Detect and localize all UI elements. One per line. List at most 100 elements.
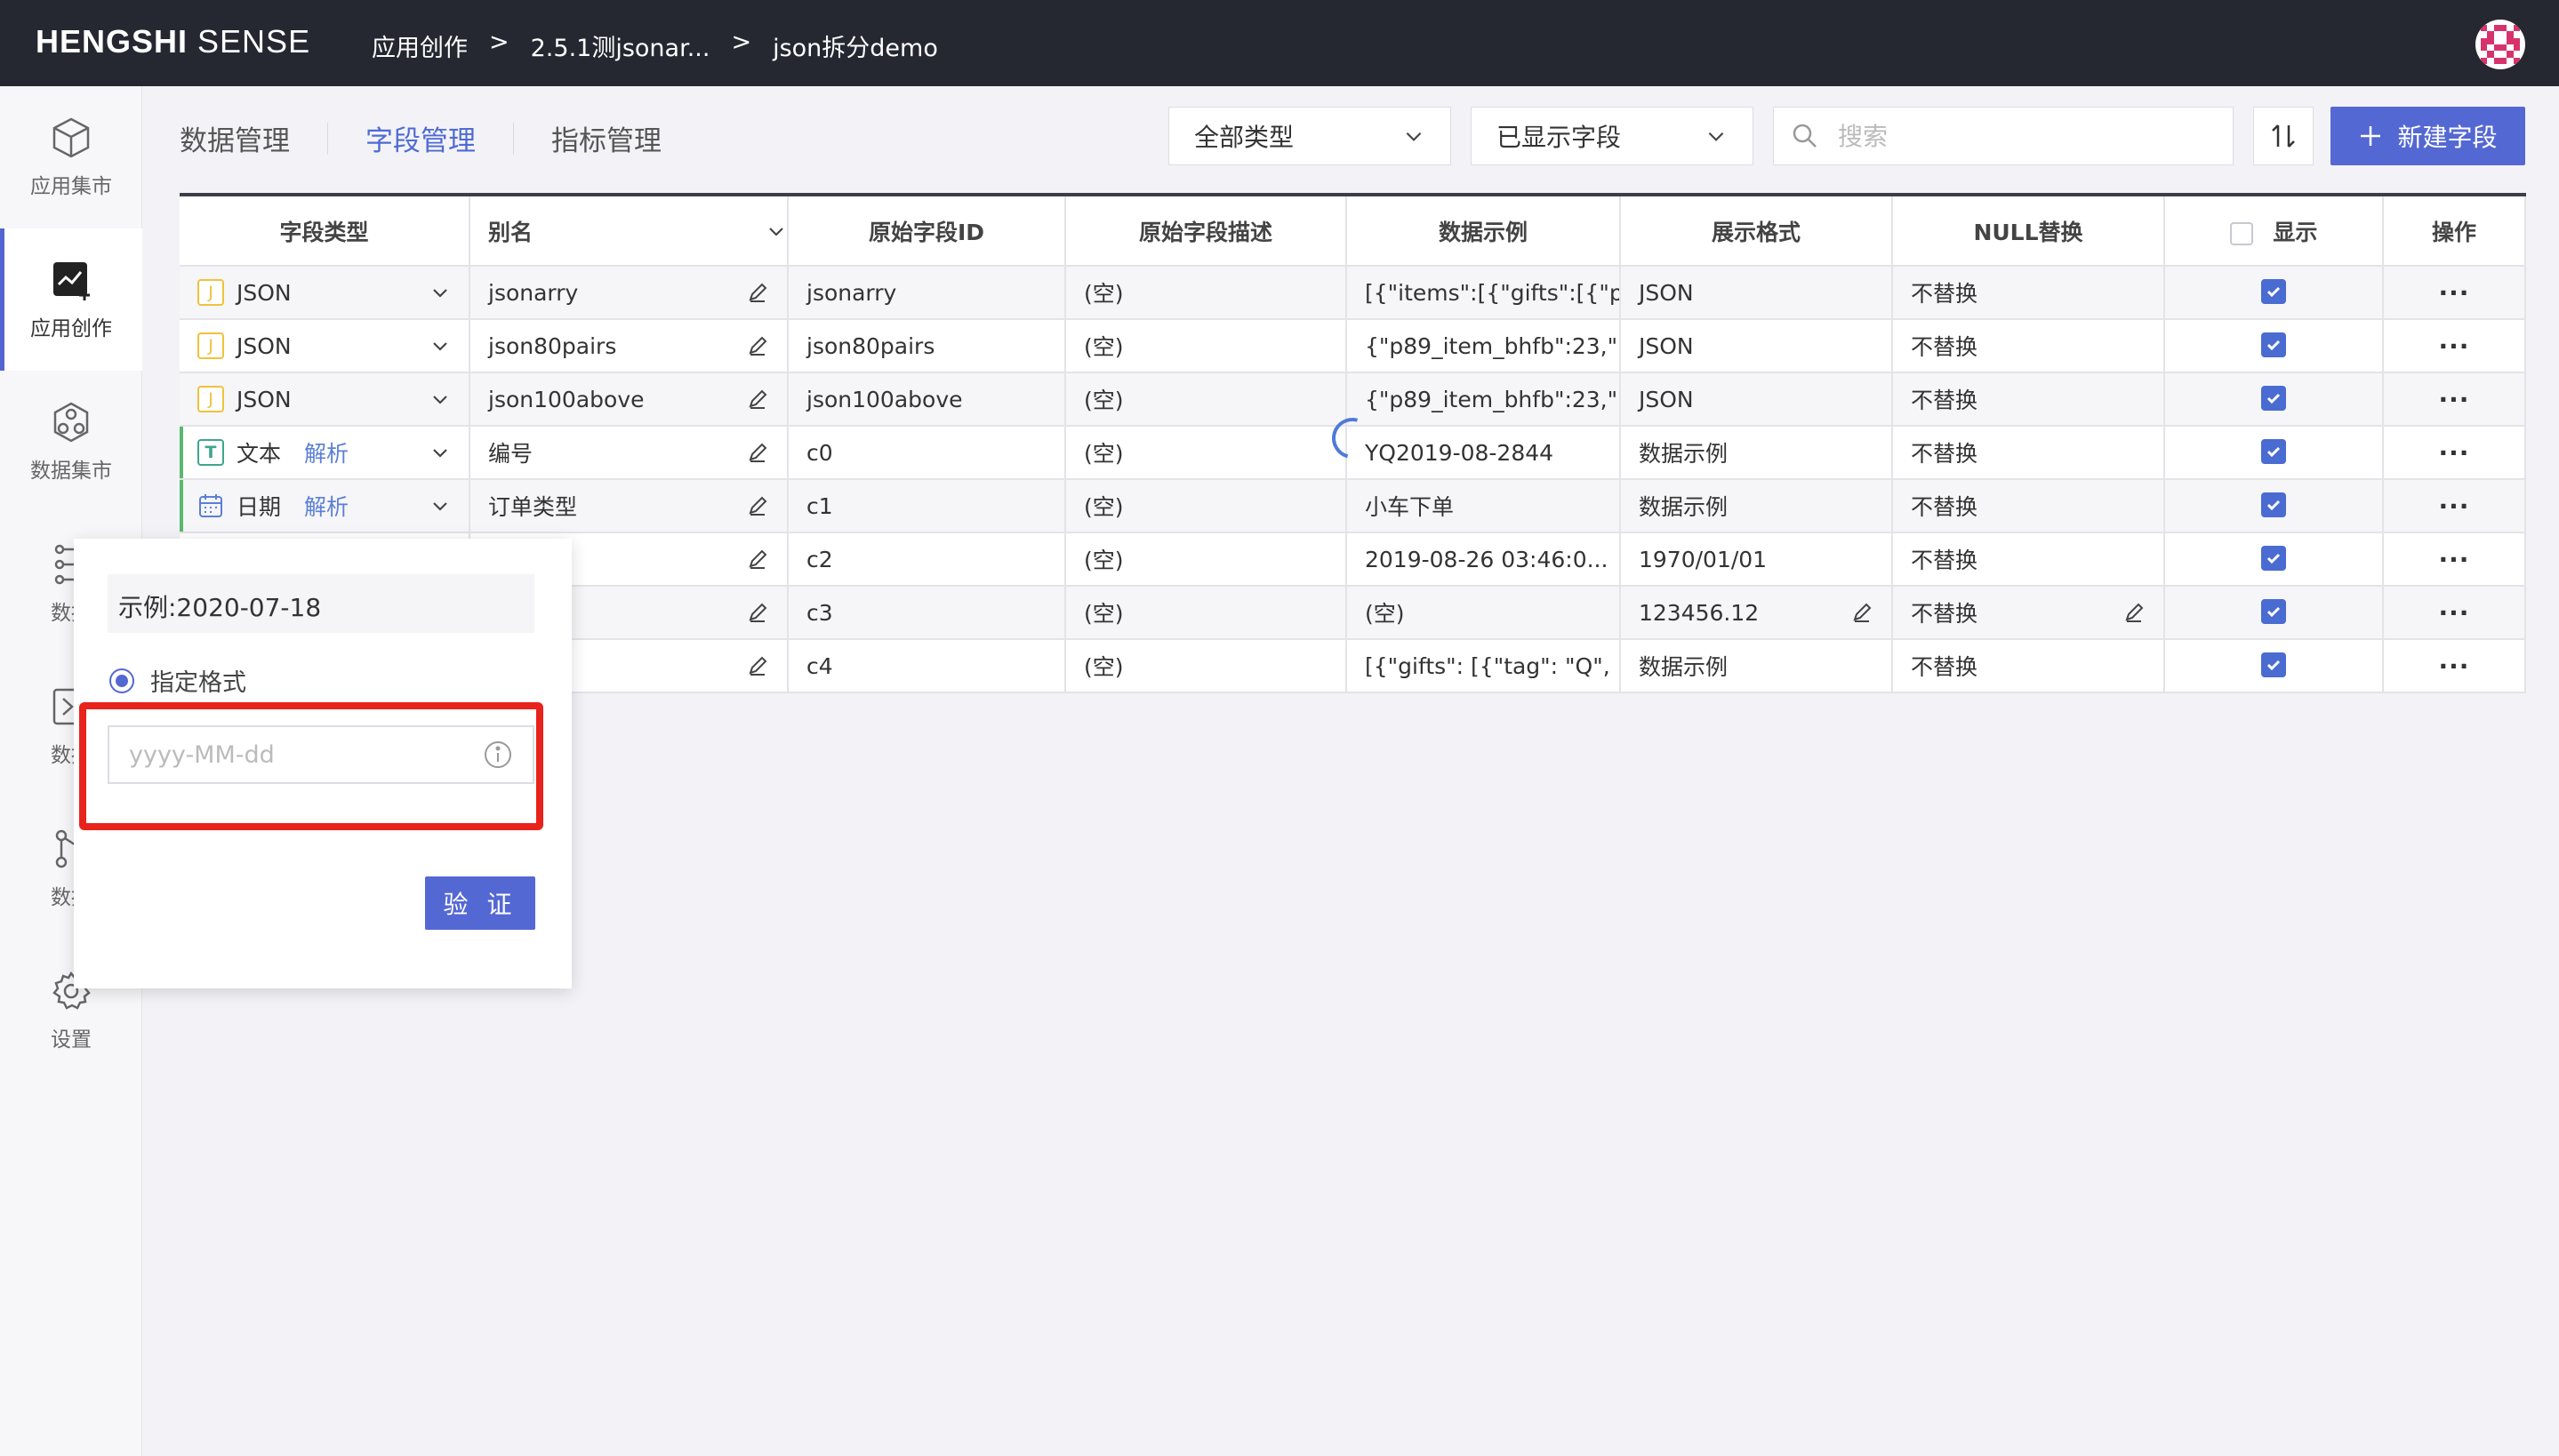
cell-alias[interactable]: jsonarry xyxy=(469,266,789,320)
chevron-down-icon[interactable] xyxy=(429,282,451,303)
more-actions-icon[interactable]: ··· xyxy=(2439,278,2470,308)
column-header-null-replace[interactable]: NULL替换 xyxy=(1892,195,2165,267)
cell-actions: ··· xyxy=(2383,372,2526,427)
visible-checkbox[interactable] xyxy=(2261,332,2286,357)
more-actions-icon[interactable]: ··· xyxy=(2439,545,2470,574)
new-field-button[interactable]: 新建字段 xyxy=(2330,107,2525,165)
cell-display-format[interactable]: JSON xyxy=(1620,319,1893,373)
chevron-down-icon[interactable] xyxy=(766,220,787,242)
cell-display-format[interactable]: JSON xyxy=(1620,266,1893,320)
column-header-source-desc[interactable]: 原始字段描述 xyxy=(1065,195,1347,267)
edit-pencil-icon[interactable] xyxy=(746,388,769,411)
cell-alias[interactable]: json80pairs xyxy=(469,319,789,373)
column-header-field-type[interactable]: 字段类型 xyxy=(180,195,470,267)
edit-pencil-icon[interactable] xyxy=(746,441,769,464)
parse-link[interactable]: 解析 xyxy=(304,436,349,468)
nav-item-app-market[interactable]: 应用集市 xyxy=(0,86,142,228)
edit-pencil-icon[interactable] xyxy=(746,548,769,571)
type-filter-select[interactable]: 全部类型 xyxy=(1168,107,1451,165)
tab-data-management[interactable]: 数据管理 xyxy=(180,118,308,158)
visible-checkbox[interactable] xyxy=(2261,599,2286,624)
column-header-sample[interactable]: 数据示例 xyxy=(1346,195,1621,267)
cell-sample: [{"gifts": [{"tag": "Q", ... xyxy=(1346,639,1621,693)
column-header-visible[interactable]: 显示 xyxy=(2164,195,2384,267)
visible-checkbox[interactable] xyxy=(2261,279,2286,304)
cell-null-replace[interactable]: 不替换 xyxy=(1892,479,2165,533)
cell-null-replace[interactable]: 不替换 xyxy=(1892,586,2165,640)
brand-logo[interactable]: HENGSHI SENSE xyxy=(36,23,310,60)
visible-checkbox[interactable] xyxy=(2261,386,2286,411)
chevron-down-icon[interactable] xyxy=(429,335,451,356)
cell-null-replace[interactable]: 不替换 xyxy=(1892,532,2165,587)
display-filter-select[interactable]: 已显示字段 xyxy=(1471,107,1753,165)
verify-button[interactable]: 验 证 xyxy=(425,876,535,930)
cell-null-replace[interactable]: 不替换 xyxy=(1892,426,2165,480)
cell-display-format[interactable]: JSON xyxy=(1620,372,1893,427)
more-actions-icon[interactable]: ··· xyxy=(2439,598,2470,628)
table-row: J JSON jsonarry jsonarry (空) [{"items":[{"gif… xyxy=(180,266,2526,320)
chevron-down-icon[interactable] xyxy=(429,442,451,463)
edit-pencil-icon[interactable] xyxy=(746,334,769,357)
tab-field-management[interactable]: 字段管理 xyxy=(348,118,493,158)
search-input[interactable] xyxy=(1838,121,2211,151)
info-icon[interactable] xyxy=(483,740,513,770)
cell-source-desc: (空) xyxy=(1065,426,1347,480)
cell-alias[interactable]: 编号 xyxy=(469,426,789,480)
cell-display-format[interactable]: 1970/01/01 xyxy=(1620,532,1893,587)
edit-pencil-icon[interactable] xyxy=(2122,601,2146,624)
more-actions-icon[interactable]: ··· xyxy=(2439,385,2470,414)
specify-format-radio[interactable]: 指定格式 xyxy=(109,663,246,698)
visible-checkbox[interactable] xyxy=(2261,652,2286,677)
cell-null-replace[interactable]: 不替换 xyxy=(1892,372,2165,427)
avatar[interactable] xyxy=(2475,20,2525,69)
cell-alias[interactable]: 订单类型 xyxy=(469,479,789,533)
edit-pencil-icon[interactable] xyxy=(746,654,769,677)
nav-item-data-market[interactable]: 数据集市 xyxy=(0,371,142,513)
cell-display-format[interactable]: 数据示例 xyxy=(1620,639,1893,693)
cell-field-type[interactable]: T 文本 解析 xyxy=(180,426,470,480)
visible-checkbox[interactable] xyxy=(2261,492,2286,517)
edit-pencil-icon[interactable] xyxy=(746,494,769,517)
more-actions-icon[interactable]: ··· xyxy=(2439,492,2470,521)
cell-null-replace[interactable]: 不替换 xyxy=(1892,639,2165,693)
cell-display-format[interactable]: 数据示例 xyxy=(1620,479,1893,533)
search-box xyxy=(1773,107,2234,165)
chevron-down-icon[interactable] xyxy=(429,388,451,410)
cell-display-format[interactable]: 123456.12 xyxy=(1620,586,1893,640)
visible-checkbox[interactable] xyxy=(2261,439,2286,464)
cell-field-type[interactable]: J JSON xyxy=(180,319,470,373)
breadcrumb-item-app-create[interactable]: 应用创作 xyxy=(372,28,468,63)
cell-actions: ··· xyxy=(2383,532,2526,587)
tab-metric-management[interactable]: 指标管理 xyxy=(533,118,679,158)
cell-null-replace[interactable]: 不替换 xyxy=(1892,266,2165,320)
date-format-input[interactable] xyxy=(129,740,449,769)
chevron-down-icon[interactable] xyxy=(429,495,451,516)
edit-pencil-icon[interactable] xyxy=(746,281,769,304)
more-actions-icon[interactable]: ··· xyxy=(2439,332,2470,361)
breadcrumb-separator: > xyxy=(489,28,509,56)
cell-field-type[interactable]: 日期 解析 xyxy=(180,479,470,533)
sort-icon xyxy=(2272,124,2295,148)
breadcrumb-item-app[interactable]: 2.5.1测jsonar... xyxy=(531,28,710,63)
nav-item-app-create[interactable]: 应用创作 xyxy=(0,228,142,371)
cell-field-type[interactable]: J JSON xyxy=(180,266,470,320)
table-row: 日期 解析 订单类型 c1 (空) 小车下单 数据示例 不替换 ··· xyxy=(180,479,2526,533)
format-example: 示例:2020-07-18 xyxy=(108,574,534,633)
column-header-source-id[interactable]: 原始字段ID xyxy=(788,195,1066,267)
parse-link[interactable]: 解析 xyxy=(304,490,349,522)
visible-checkbox[interactable] xyxy=(2261,546,2286,571)
more-actions-icon[interactable]: ··· xyxy=(2439,652,2470,681)
sort-button[interactable] xyxy=(2253,107,2314,165)
edit-pencil-icon[interactable] xyxy=(746,601,769,624)
cell-visible xyxy=(2164,639,2384,693)
column-header-display-format[interactable]: 展示格式 xyxy=(1620,195,1893,267)
select-all-checkbox[interactable] xyxy=(2229,221,2253,245)
cell-null-replace[interactable]: 不替换 xyxy=(1892,319,2165,373)
more-actions-icon[interactable]: ··· xyxy=(2439,438,2470,468)
cell-field-type[interactable]: J JSON xyxy=(180,372,470,427)
column-header-alias[interactable]: 别名 xyxy=(469,195,789,267)
table-header-row: 字段类型 别名 原始字段ID 原始字段描述 数据示例 展示格式 NULL替换 显… xyxy=(180,195,2526,267)
cell-alias[interactable]: json100above xyxy=(469,372,789,427)
cell-display-format[interactable]: 数据示例 xyxy=(1620,426,1893,480)
edit-pencil-icon[interactable] xyxy=(1850,601,1873,624)
